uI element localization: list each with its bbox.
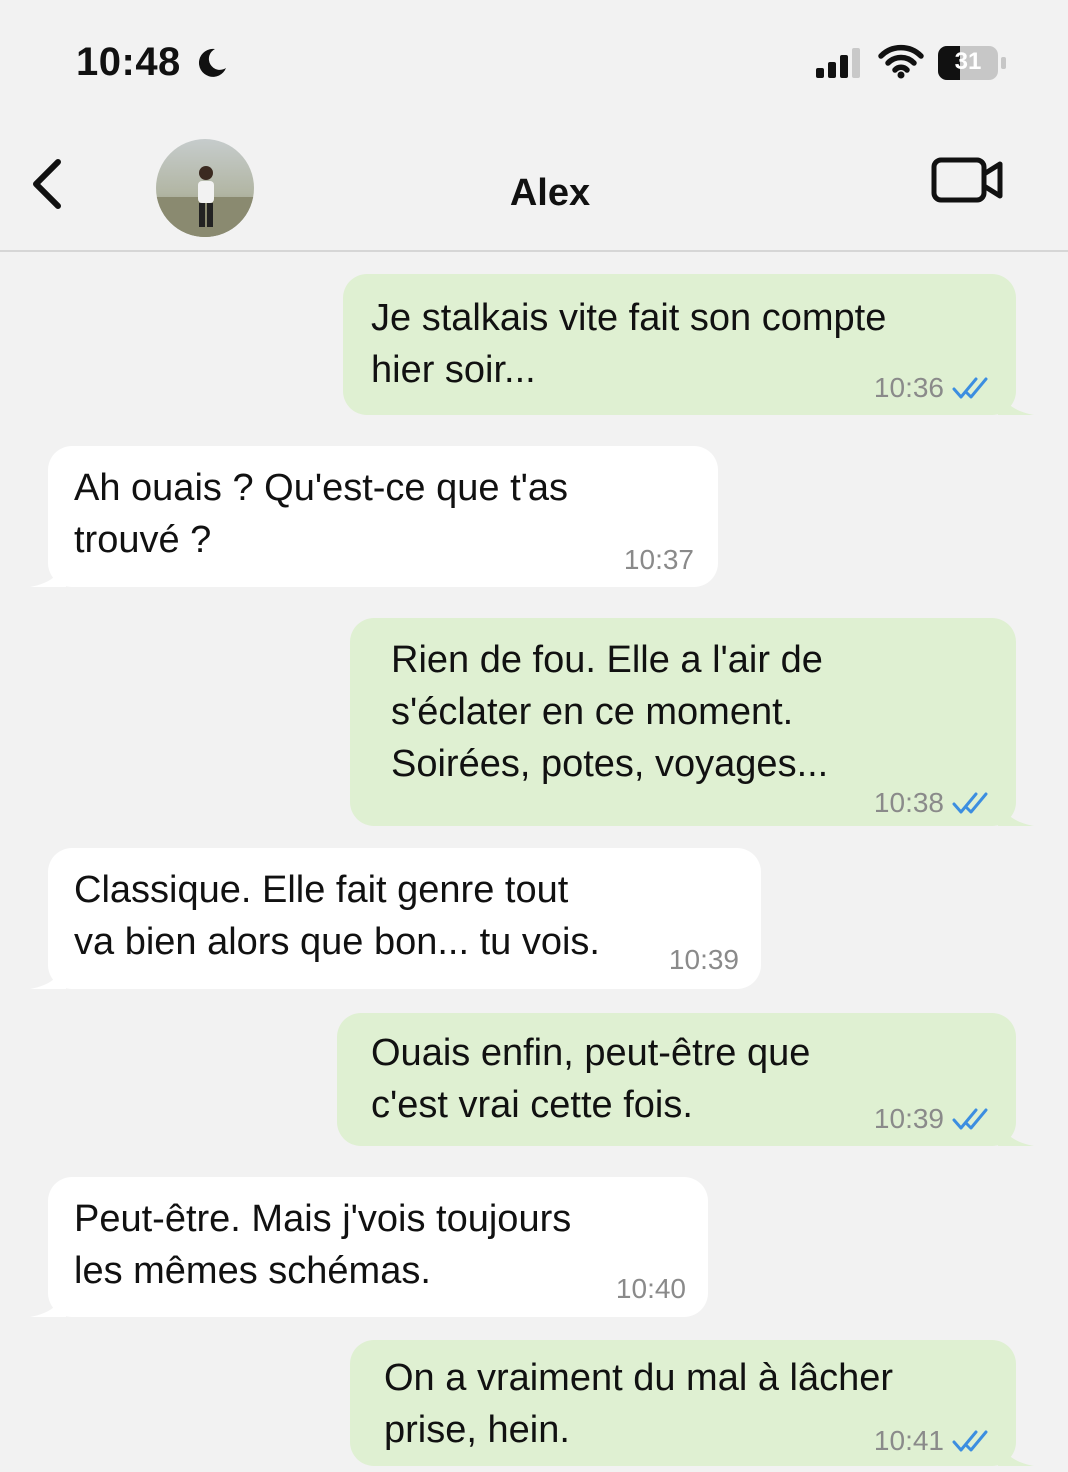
- message-time: 10:40: [615, 1273, 686, 1304]
- chat-header: Alex: [0, 130, 1068, 252]
- message-bubble-incoming[interactable]: Ah ouais ? Qu'est-ce que t'as trouvé ? 1…: [30, 446, 718, 587]
- message-meta: 10:40: [616, 1274, 686, 1304]
- cellular-signal-icon: [816, 48, 860, 78]
- message-meta: 10:39: [669, 945, 739, 975]
- message-text: Ah ouais ? Qu'est-ce que t'as trouvé ?: [74, 467, 569, 561]
- message-bubble-outgoing[interactable]: Je stalkais vite fait son compte hier so…: [343, 274, 1034, 415]
- double-check-icon: [952, 377, 988, 399]
- message-meta: 10:39: [874, 1104, 990, 1134]
- message-text: Ouais enfin, peut-être que c'est vrai ce…: [371, 1032, 811, 1126]
- message-text: Classique. Elle fait genre tout va bien …: [74, 869, 600, 963]
- message-time: 10:39: [668, 944, 739, 975]
- message-text: Rien de fou. Elle a l'air de s'éclater e…: [391, 639, 829, 785]
- message-bubble-outgoing[interactable]: Ouais enfin, peut-être que c'est vrai ce…: [337, 1013, 1034, 1146]
- message-text: On a vraiment du mal à lâcher prise, hei…: [384, 1357, 894, 1451]
- message-bubble-incoming[interactable]: Peut-être. Mais j'vois toujours les même…: [30, 1177, 708, 1317]
- bubble-tail: [998, 1436, 1034, 1466]
- double-check-icon: [952, 1430, 988, 1452]
- message-meta: 10:36: [874, 373, 990, 403]
- message-text: Peut-être. Mais j'vois toujours les même…: [74, 1198, 572, 1292]
- bubble-tail: [998, 796, 1034, 826]
- bubble-tail: [998, 1116, 1034, 1146]
- moon-icon: [198, 48, 226, 77]
- message-time: 10:37: [623, 544, 694, 575]
- message-bubble-incoming[interactable]: Classique. Elle fait genre tout va bien …: [30, 848, 761, 989]
- bubble-tail: [30, 959, 66, 989]
- status-time: 10:48: [76, 40, 181, 84]
- message-bubble-outgoing[interactable]: Rien de fou. Elle a l'air de s'éclater e…: [350, 618, 1034, 826]
- message-time: 10:39: [873, 1103, 944, 1134]
- wifi-icon: [878, 44, 924, 79]
- double-check-icon: [952, 792, 988, 814]
- message-bubble-outgoing[interactable]: On a vraiment du mal à lâcher prise, hei…: [350, 1340, 1034, 1466]
- double-check-icon: [952, 1108, 988, 1130]
- contact-name[interactable]: Alex: [0, 172, 1068, 215]
- message-meta: 10:37: [624, 545, 694, 575]
- battery-level: 31: [954, 48, 982, 75]
- message-time: 10:41: [873, 1425, 944, 1456]
- video-call-icon[interactable]: [930, 156, 1006, 208]
- message-text: Je stalkais vite fait son compte hier so…: [371, 297, 887, 391]
- bubble-tail: [998, 385, 1034, 415]
- message-meta: 10:38: [874, 788, 990, 818]
- status-bar: 10:48 31: [0, 0, 1068, 120]
- message-time: 10:38: [873, 787, 944, 818]
- message-meta: 10:41: [874, 1426, 990, 1456]
- message-time: 10:36: [873, 372, 944, 403]
- bubble-tail: [30, 557, 66, 587]
- bubble-tail: [30, 1287, 66, 1317]
